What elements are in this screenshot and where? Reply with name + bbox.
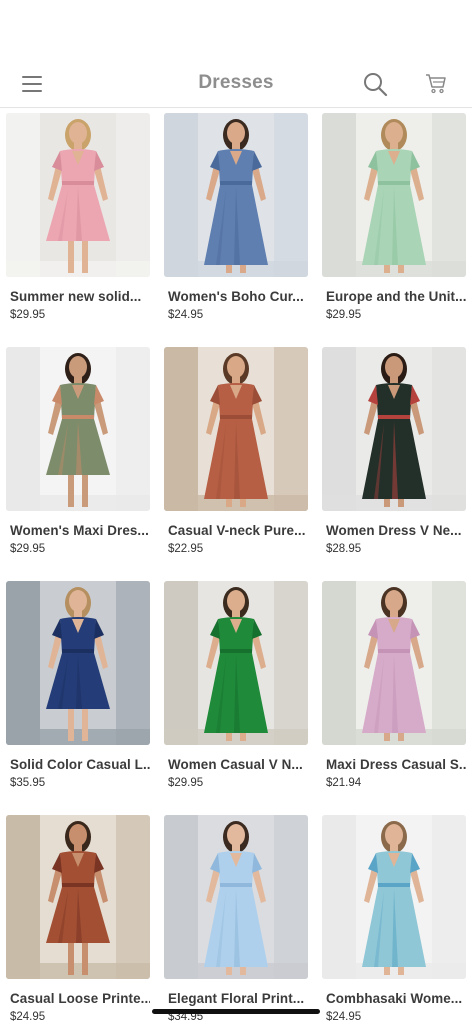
product-card[interactable]: Elegant Floral Print... $34.95 [164,815,308,1024]
shopping-cart-icon[interactable] [424,71,448,95]
product-name[interactable]: Women's Maxi Dres... [6,523,150,538]
product-name[interactable]: Solid Color Casual L... [6,757,150,772]
product-card[interactable]: Women Dress V Ne... $28.95 [322,347,466,581]
top-nav-bar: Dresses [0,60,472,108]
status-bar-area [0,0,472,60]
product-name[interactable]: Combhasaki Wome... [322,991,466,1006]
product-image[interactable] [322,347,466,511]
product-price: $24.95 [168,309,204,321]
product-image[interactable] [322,113,466,277]
product-price: $29.95 [326,309,362,321]
product-image[interactable] [6,815,150,979]
product-price: $29.95 [10,543,46,555]
product-card[interactable]: Combhasaki Wome... $24.95 [322,815,466,1024]
product-image[interactable] [164,113,308,277]
product-price: $22.95 [168,543,204,555]
product-card[interactable]: Casual V-neck Pure... $22.95 [164,347,308,581]
product-image[interactable] [164,581,308,745]
product-name[interactable]: Women Dress V Ne... [322,523,466,538]
product-name[interactable]: Casual V-neck Pure... [164,523,308,538]
product-price: $35.95 [10,777,46,789]
product-price: $29.95 [10,309,46,321]
product-price: $29.95 [168,777,204,789]
product-price: $24.95 [10,1011,46,1023]
home-indicator [152,1009,320,1014]
product-card[interactable]: Summer new solid... $29.95 [6,113,150,347]
product-image[interactable] [6,347,150,511]
product-image[interactable] [322,815,466,979]
product-name[interactable]: Maxi Dress Casual S... [322,757,466,772]
product-card[interactable]: Solid Color Casual L... $35.95 [6,581,150,815]
product-grid: Summer new solid... $29.95 Women's Boho … [6,113,468,1024]
product-image[interactable] [164,815,308,979]
product-card[interactable]: Casual Loose Printe... $24.95 [6,815,150,1024]
product-card[interactable]: Europe and the Unit... $29.95 [322,113,466,347]
product-card[interactable]: Women Casual V N... $29.95 [164,581,308,815]
product-image[interactable] [164,347,308,511]
product-card[interactable]: Women's Boho Cur... $24.95 [164,113,308,347]
product-name[interactable]: Women Casual V N... [164,757,308,772]
product-name[interactable]: Europe and the Unit... [322,289,466,304]
product-name[interactable]: Elegant Floral Print... [164,991,308,1006]
product-name[interactable]: Casual Loose Printe... [6,991,150,1006]
product-card[interactable]: Maxi Dress Casual S... $21.94 [322,581,466,815]
product-image[interactable] [6,581,150,745]
page-title: Dresses [198,72,274,93]
search-icon[interactable] [362,71,388,97]
product-image[interactable] [322,581,466,745]
product-name[interactable]: Women's Boho Cur... [164,289,308,304]
product-image[interactable] [6,113,150,277]
product-card[interactable]: Women's Maxi Dres... $29.95 [6,347,150,581]
product-name[interactable]: Summer new solid... [6,289,150,304]
product-price: $28.95 [326,543,362,555]
product-price: $24.95 [326,1011,362,1023]
product-price: $21.94 [326,777,362,789]
